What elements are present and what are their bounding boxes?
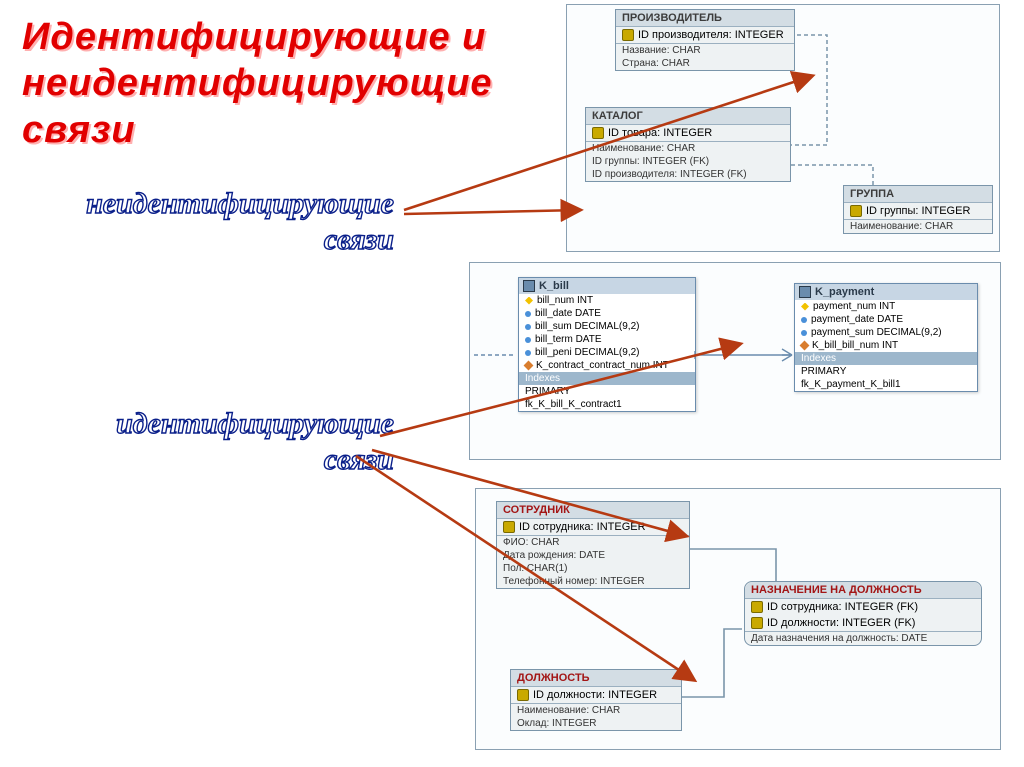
- er-diagram-nonidentifying: ПРОИЗВОДИТЕЛЬ ID производителя: INTEGER …: [566, 4, 1000, 252]
- nonidentifying-label: неидентифицирующие связи: [54, 186, 394, 258]
- relation-lines-top: [567, 5, 999, 251]
- label-word: идентифицирующие: [116, 407, 394, 440]
- label-word: неидентифицирующие: [86, 187, 394, 220]
- label-word: связи: [324, 223, 394, 256]
- er-diagram-identifying-employee: СОТРУДНИК ID сотрудника: INTEGER ФИО: CH…: [475, 488, 1001, 750]
- label-word: связи: [324, 443, 394, 476]
- er-diagram-identifying-mysql: K_bill bill_num INT bill_date DATE bill_…: [469, 262, 1001, 460]
- relation-lines-bot: [476, 489, 1000, 749]
- relation-lines-mid: [470, 263, 1000, 459]
- identifying-label: идентифицирующие связи: [54, 406, 394, 478]
- slide-title: Идентифицирующие инеидентифицирующиесвяз…: [22, 14, 493, 153]
